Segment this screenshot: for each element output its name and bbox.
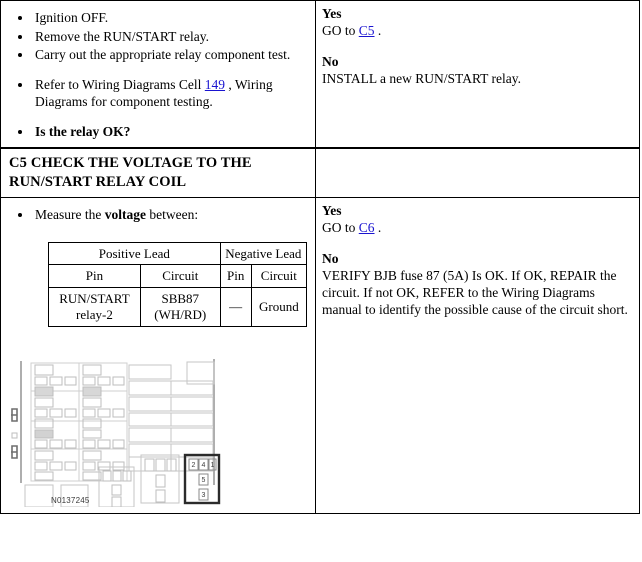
step-heading-answer-cell <box>315 147 640 198</box>
test-row-c5: Measure the voltage between: Positive Le… <box>0 196 640 514</box>
bullet-text: Ignition OFF. <box>35 10 109 25</box>
column-header-negative-circuit: Circuit <box>250 264 308 289</box>
relay-pin-1: 1 <box>211 462 215 469</box>
column-header-positive-pin: Pin <box>48 264 141 289</box>
test-row-c4-continued: Ignition OFF. Remove the RUN/START relay… <box>0 0 640 149</box>
list-item-question: Is the relay OK? <box>33 123 307 141</box>
fuse-box-figure: 2 4 1 5 3 N0137245 <box>9 357 314 507</box>
measure-suffix: between: <box>145 206 199 222</box>
procedure-list: Ignition OFF. Remove the RUN/START relay… <box>7 9 307 140</box>
link-step-c6[interactable]: C6 <box>359 220 375 235</box>
yes-action-prefix: GO to <box>322 220 359 236</box>
pinpoint-test-table: Ignition OFF. Remove the RUN/START relay… <box>0 0 640 514</box>
answer-spacer <box>322 40 631 53</box>
step-heading-row-c5: C5 CHECK THE VOLTAGE TO THE RUN/START REL… <box>0 147 640 198</box>
link-step-c5[interactable]: C5 <box>359 23 375 38</box>
answer-spacer <box>322 237 631 250</box>
bullet-text: Remove the RUN/START relay. <box>35 28 209 44</box>
column-header-positive-circuit: Circuit <box>139 264 221 289</box>
bullet-text: Carry out the appropriate relay componen… <box>35 47 291 63</box>
figure-id-label: N0137245 <box>51 495 90 505</box>
lead-table-header-row: Pin Circuit Pin Circuit <box>48 264 308 289</box>
no-label: No <box>322 250 339 266</box>
no-label: No <box>322 53 339 69</box>
yes-label: Yes <box>322 202 342 218</box>
yes-action-suffix: . <box>374 220 382 236</box>
cell-negative-pin: — <box>219 287 252 327</box>
relay-pin-3: 3 <box>202 492 206 499</box>
step-heading: C5 CHECK THE VOLTAGE TO THE RUN/START REL… <box>1 149 315 197</box>
list-item: Remove the RUN/START relay. <box>33 28 307 46</box>
procedure-list: Measure the voltage between: <box>7 206 307 224</box>
list-item: Carry out the appropriate relay componen… <box>33 46 307 64</box>
relay-pin-4: 4 <box>202 462 206 469</box>
link-cell-149[interactable]: 149 <box>205 77 225 92</box>
answer-cell: Yes GO to C5 . No INSTALL a new RUN/STAR… <box>315 0 640 149</box>
lead-table: Positive Lead Negative Lead Pin Circuit … <box>48 241 308 327</box>
measure-prefix: Measure the <box>35 206 105 222</box>
cell-negative-circuit: Ground <box>250 287 308 327</box>
group-header-negative: Negative Lead <box>219 241 308 266</box>
answer-cell: Yes GO to C6 . No VERIFY BJB fuse 87 (5A… <box>315 196 640 514</box>
lead-table-group-header-row: Positive Lead Negative Lead <box>48 241 308 266</box>
yes-action-suffix: . <box>374 23 382 39</box>
yes-label: Yes <box>322 6 342 21</box>
no-action: VERIFY BJB fuse 87 (5A) Is OK. If OK, RE… <box>322 267 628 318</box>
fuse-box-diagram: 2 4 1 5 3 <box>11 358 221 507</box>
group-header-positive: Positive Lead <box>48 241 221 266</box>
cell-positive-pin: RUN/START relay-2 <box>48 287 141 327</box>
list-item-wiring-ref: Refer to Wiring Diagrams Cell 149 , Wiri… <box>33 76 307 111</box>
relay-pin-2: 2 <box>192 462 196 469</box>
list-item-measure: Measure the voltage between: <box>33 206 307 224</box>
question-text: Is the relay OK? <box>35 123 131 139</box>
procedure-cell: Measure the voltage between: Positive Le… <box>0 196 316 514</box>
bullet-text: Refer to Wiring Diagrams Cell 149 , Wiri… <box>35 76 273 110</box>
step-id: C5 <box>9 155 27 172</box>
step-title: CHECK THE VOLTAGE TO THE RUN/START RELAY… <box>9 155 252 191</box>
cell-positive-circuit: SBB87 (WH/RD) <box>139 287 221 327</box>
column-header-negative-pin: Pin <box>219 264 252 289</box>
procedure-cell: Ignition OFF. Remove the RUN/START relay… <box>0 0 316 149</box>
yes-action: GO to C5 . <box>322 22 631 39</box>
yes-action: GO to C6 . <box>322 219 631 236</box>
measure-keyword: voltage <box>104 206 146 222</box>
yes-action-prefix: GO to <box>322 23 359 39</box>
step-heading-cell: C5 CHECK THE VOLTAGE TO THE RUN/START REL… <box>0 147 316 198</box>
list-item: Ignition OFF. <box>33 9 307 27</box>
no-action: INSTALL a new RUN/START relay. <box>322 70 521 86</box>
relay-pin-5: 5 <box>202 477 206 484</box>
table-row: RUN/START relay-2 SBB87 (WH/RD) — Ground <box>48 287 308 327</box>
